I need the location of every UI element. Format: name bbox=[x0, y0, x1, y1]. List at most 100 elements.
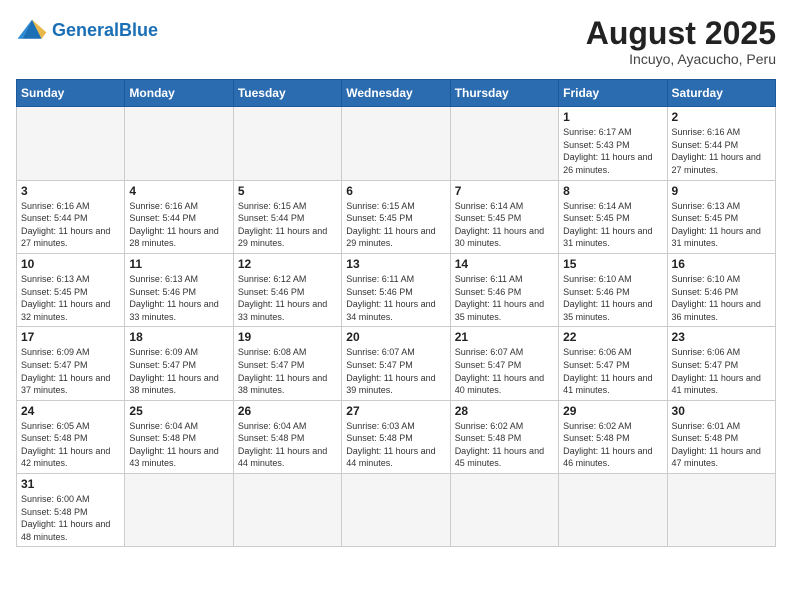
day-info: Sunrise: 6:09 AM Sunset: 5:47 PM Dayligh… bbox=[129, 346, 228, 396]
calendar-cell: 17 Sunrise: 6:09 AM Sunset: 5:47 PM Dayli… bbox=[17, 327, 125, 400]
calendar-cell: 21Sunrise: 6:07 AM Sunset: 5:47 PM Dayli… bbox=[450, 327, 558, 400]
calendar-cell: 29 Sunrise: 6:02 AM Sunset: 5:48 PM Dayli… bbox=[559, 400, 667, 473]
day-number: 27 bbox=[346, 404, 445, 418]
calendar-cell bbox=[342, 474, 450, 547]
calendar-cell: 13Sunrise: 6:11 AM Sunset: 5:46 PM Dayli… bbox=[342, 253, 450, 326]
day-info: Sunrise: 6:16 AM Sunset: 5:44 PM Dayligh… bbox=[21, 200, 120, 250]
calendar-cell: 27Sunrise: 6:03 AM Sunset: 5:48 PM Dayli… bbox=[342, 400, 450, 473]
day-number: 9 bbox=[672, 184, 771, 198]
weekday-header-sunday: Sunday bbox=[17, 80, 125, 107]
day-number: 26 bbox=[238, 404, 337, 418]
day-info: Sunrise: 6:02 AM Sunset: 5:48 PM Dayligh… bbox=[455, 420, 554, 470]
week-row-3: 17 Sunrise: 6:09 AM Sunset: 5:47 PM Dayli… bbox=[17, 327, 776, 400]
day-info: Sunrise: 6:01 AM Sunset: 5:48 PM Dayligh… bbox=[672, 420, 771, 470]
logo-general: General bbox=[52, 20, 119, 40]
calendar-cell bbox=[559, 474, 667, 547]
day-info: Sunrise: 6:17 AM Sunset: 5:43 PM Dayligh… bbox=[563, 126, 662, 176]
day-info: Sunrise: 6:16 AM Sunset: 5:44 PM Dayligh… bbox=[129, 200, 228, 250]
calendar-cell bbox=[667, 474, 775, 547]
calendar-cell: 12Sunrise: 6:12 AM Sunset: 5:46 PM Dayli… bbox=[233, 253, 341, 326]
calendar-cell: 18Sunrise: 6:09 AM Sunset: 5:47 PM Dayli… bbox=[125, 327, 233, 400]
day-info: Sunrise: 6:10 AM Sunset: 5:46 PM Dayligh… bbox=[672, 273, 771, 323]
calendar-cell: 10Sunrise: 6:13 AM Sunset: 5:45 PM Dayli… bbox=[17, 253, 125, 326]
day-info: Sunrise: 6:04 AM Sunset: 5:48 PM Dayligh… bbox=[238, 420, 337, 470]
week-row-1: 3 Sunrise: 6:16 AM Sunset: 5:44 PM Daylig… bbox=[17, 180, 776, 253]
calendar-cell bbox=[233, 474, 341, 547]
day-info: Sunrise: 6:11 AM Sunset: 5:46 PM Dayligh… bbox=[455, 273, 554, 323]
day-info: Sunrise: 6:04 AM Sunset: 5:48 PM Dayligh… bbox=[129, 420, 228, 470]
calendar-cell: 7 Sunrise: 6:14 AM Sunset: 5:45 PM Daylig… bbox=[450, 180, 558, 253]
day-info: Sunrise: 6:06 AM Sunset: 5:47 PM Dayligh… bbox=[672, 346, 771, 396]
calendar-cell: 24Sunrise: 6:05 AM Sunset: 5:48 PM Dayli… bbox=[17, 400, 125, 473]
calendar: SundayMondayTuesdayWednesdayThursdayFrid… bbox=[16, 79, 776, 547]
day-info: Sunrise: 6:06 AM Sunset: 5:47 PM Dayligh… bbox=[563, 346, 662, 396]
day-info: Sunrise: 6:14 AM Sunset: 5:45 PM Dayligh… bbox=[455, 200, 554, 250]
calendar-cell: 26 Sunrise: 6:04 AM Sunset: 5:48 PM Dayli… bbox=[233, 400, 341, 473]
calendar-cell: 20Sunrise: 6:07 AM Sunset: 5:47 PM Dayli… bbox=[342, 327, 450, 400]
calendar-cell: 8Sunrise: 6:14 AM Sunset: 5:45 PM Daylig… bbox=[559, 180, 667, 253]
week-row-4: 24Sunrise: 6:05 AM Sunset: 5:48 PM Dayli… bbox=[17, 400, 776, 473]
day-number: 5 bbox=[238, 184, 337, 198]
day-info: Sunrise: 6:14 AM Sunset: 5:45 PM Dayligh… bbox=[563, 200, 662, 250]
day-number: 7 bbox=[455, 184, 554, 198]
calendar-cell: 11 Sunrise: 6:13 AM Sunset: 5:46 PM Dayli… bbox=[125, 253, 233, 326]
day-info: Sunrise: 6:09 AM Sunset: 5:47 PM Dayligh… bbox=[21, 346, 120, 396]
day-info: Sunrise: 6:02 AM Sunset: 5:48 PM Dayligh… bbox=[563, 420, 662, 470]
day-number: 12 bbox=[238, 257, 337, 271]
day-number: 29 bbox=[563, 404, 662, 418]
day-number: 19 bbox=[238, 330, 337, 344]
day-number: 6 bbox=[346, 184, 445, 198]
calendar-cell: 15 Sunrise: 6:10 AM Sunset: 5:46 PM Dayli… bbox=[559, 253, 667, 326]
day-number: 28 bbox=[455, 404, 554, 418]
calendar-cell: 16Sunrise: 6:10 AM Sunset: 5:46 PM Dayli… bbox=[667, 253, 775, 326]
calendar-cell: 28 Sunrise: 6:02 AM Sunset: 5:48 PM Dayli… bbox=[450, 400, 558, 473]
day-info: Sunrise: 6:00 AM Sunset: 5:48 PM Dayligh… bbox=[21, 493, 120, 543]
calendar-cell: 1 Sunrise: 6:17 AM Sunset: 5:43 PM Daylig… bbox=[559, 107, 667, 180]
weekday-header-monday: Monday bbox=[125, 80, 233, 107]
weekday-header-row: SundayMondayTuesdayWednesdayThursdayFrid… bbox=[17, 80, 776, 107]
logo-icon bbox=[16, 16, 48, 44]
calendar-cell bbox=[233, 107, 341, 180]
weekday-header-thursday: Thursday bbox=[450, 80, 558, 107]
weekday-header-friday: Friday bbox=[559, 80, 667, 107]
day-info: Sunrise: 6:10 AM Sunset: 5:46 PM Dayligh… bbox=[563, 273, 662, 323]
day-number: 3 bbox=[21, 184, 120, 198]
weekday-header-saturday: Saturday bbox=[667, 80, 775, 107]
week-row-0: 1 Sunrise: 6:17 AM Sunset: 5:43 PM Daylig… bbox=[17, 107, 776, 180]
day-number: 13 bbox=[346, 257, 445, 271]
calendar-cell bbox=[125, 107, 233, 180]
day-number: 17 bbox=[21, 330, 120, 344]
day-number: 25 bbox=[129, 404, 228, 418]
day-number: 22 bbox=[563, 330, 662, 344]
day-number: 11 bbox=[129, 257, 228, 271]
day-number: 1 bbox=[563, 110, 662, 124]
day-number: 20 bbox=[346, 330, 445, 344]
week-row-2: 10Sunrise: 6:13 AM Sunset: 5:45 PM Dayli… bbox=[17, 253, 776, 326]
calendar-cell bbox=[17, 107, 125, 180]
day-info: Sunrise: 6:07 AM Sunset: 5:47 PM Dayligh… bbox=[455, 346, 554, 396]
day-info: Sunrise: 6:15 AM Sunset: 5:44 PM Dayligh… bbox=[238, 200, 337, 250]
day-number: 14 bbox=[455, 257, 554, 271]
calendar-cell bbox=[125, 474, 233, 547]
calendar-cell: 30 Sunrise: 6:01 AM Sunset: 5:48 PM Dayli… bbox=[667, 400, 775, 473]
logo-blue: Blue bbox=[119, 20, 158, 40]
calendar-cell bbox=[450, 474, 558, 547]
calendar-cell: 23Sunrise: 6:06 AM Sunset: 5:47 PM Dayli… bbox=[667, 327, 775, 400]
calendar-cell: 6Sunrise: 6:15 AM Sunset: 5:45 PM Daylig… bbox=[342, 180, 450, 253]
calendar-cell: 31 Sunrise: 6:00 AM Sunset: 5:48 PM Dayli… bbox=[17, 474, 125, 547]
day-number: 30 bbox=[672, 404, 771, 418]
day-number: 15 bbox=[563, 257, 662, 271]
subtitle: Incuyo, Ayacucho, Peru bbox=[586, 51, 776, 67]
day-info: Sunrise: 6:16 AM Sunset: 5:44 PM Dayligh… bbox=[672, 126, 771, 176]
day-info: Sunrise: 6:13 AM Sunset: 5:45 PM Dayligh… bbox=[21, 273, 120, 323]
day-info: Sunrise: 6:08 AM Sunset: 5:47 PM Dayligh… bbox=[238, 346, 337, 396]
weekday-header-tuesday: Tuesday bbox=[233, 80, 341, 107]
day-number: 4 bbox=[129, 184, 228, 198]
day-info: Sunrise: 6:13 AM Sunset: 5:46 PM Dayligh… bbox=[129, 273, 228, 323]
title-area: August 2025 Incuyo, Ayacucho, Peru bbox=[586, 16, 776, 67]
calendar-cell: 22 Sunrise: 6:06 AM Sunset: 5:47 PM Dayli… bbox=[559, 327, 667, 400]
calendar-cell bbox=[450, 107, 558, 180]
day-number: 31 bbox=[21, 477, 120, 491]
week-row-5: 31 Sunrise: 6:00 AM Sunset: 5:48 PM Dayli… bbox=[17, 474, 776, 547]
weekday-header-wednesday: Wednesday bbox=[342, 80, 450, 107]
